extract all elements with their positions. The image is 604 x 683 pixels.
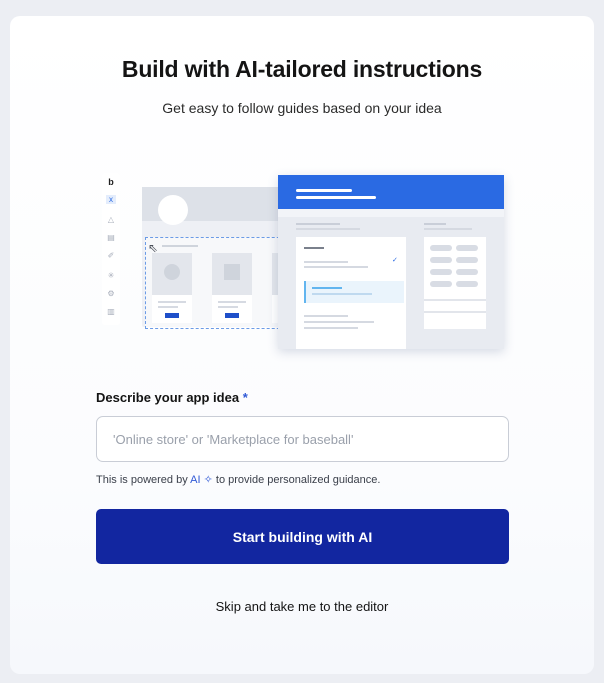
cursor-icon: ⇖ — [148, 241, 159, 255]
illustration-selection-label — [162, 245, 198, 247]
illustration-guide-panel: ✓ — [278, 175, 504, 349]
toolbar-tool-icon: x — [106, 195, 116, 204]
guide-steps-list: ✓ — [296, 237, 406, 349]
app-idea-input-wrapper — [96, 416, 509, 462]
app-idea-label-text: Describe your app idea — [96, 390, 240, 405]
helper-ai-text: AI — [190, 474, 201, 486]
illustration-product-tile — [212, 253, 252, 323]
toolbar-tool-icon: ⚙ — [107, 289, 115, 298]
check-icon: ✓ — [392, 257, 398, 264]
guide-side-panel — [424, 237, 486, 329]
sparkle-icon: ✧ — [203, 474, 213, 486]
illustration-avatar — [158, 195, 188, 225]
guide-panel-header — [278, 175, 504, 209]
page-subtitle: Get easy to follow guides based on your … — [162, 100, 442, 116]
toolbar-tool-icon: ✐ — [107, 251, 115, 260]
illustration-toolbar: b x △ ▤ ✐ ✳ ⚙ ▥ — [102, 173, 120, 325]
editor-illustration: b x △ ▤ ✐ ✳ ⚙ ▥ ⇖ ✓ — [102, 159, 504, 349]
required-mark: * — [242, 390, 248, 405]
onboarding-card: Build with AI-tailored instructions Get … — [10, 16, 594, 674]
toolbar-tool-icon: ✳ — [107, 271, 115, 280]
toolbar-tool-icon: ▤ — [107, 233, 115, 242]
ai-helper-text: This is powered by AI ✧ to provide perso… — [96, 473, 380, 486]
page-title: Build with AI-tailored instructions — [121, 56, 483, 82]
guide-step-active — [304, 281, 404, 303]
skip-to-editor-link[interactable]: Skip and take me to the editor — [10, 599, 594, 614]
helper-prefix: This is powered by — [96, 474, 188, 486]
helper-suffix: to provide personalized guidance. — [215, 474, 381, 486]
app-idea-input[interactable] — [97, 417, 508, 461]
app-idea-label: Describe your app idea * — [96, 390, 248, 405]
toolbar-logo: b — [108, 177, 114, 187]
start-building-button[interactable]: Start building with AI — [96, 509, 509, 564]
toolbar-tool-icon: △ — [107, 215, 115, 224]
toolbar-tool-icon: ▥ — [107, 307, 115, 316]
illustration-product-tile — [152, 253, 192, 323]
